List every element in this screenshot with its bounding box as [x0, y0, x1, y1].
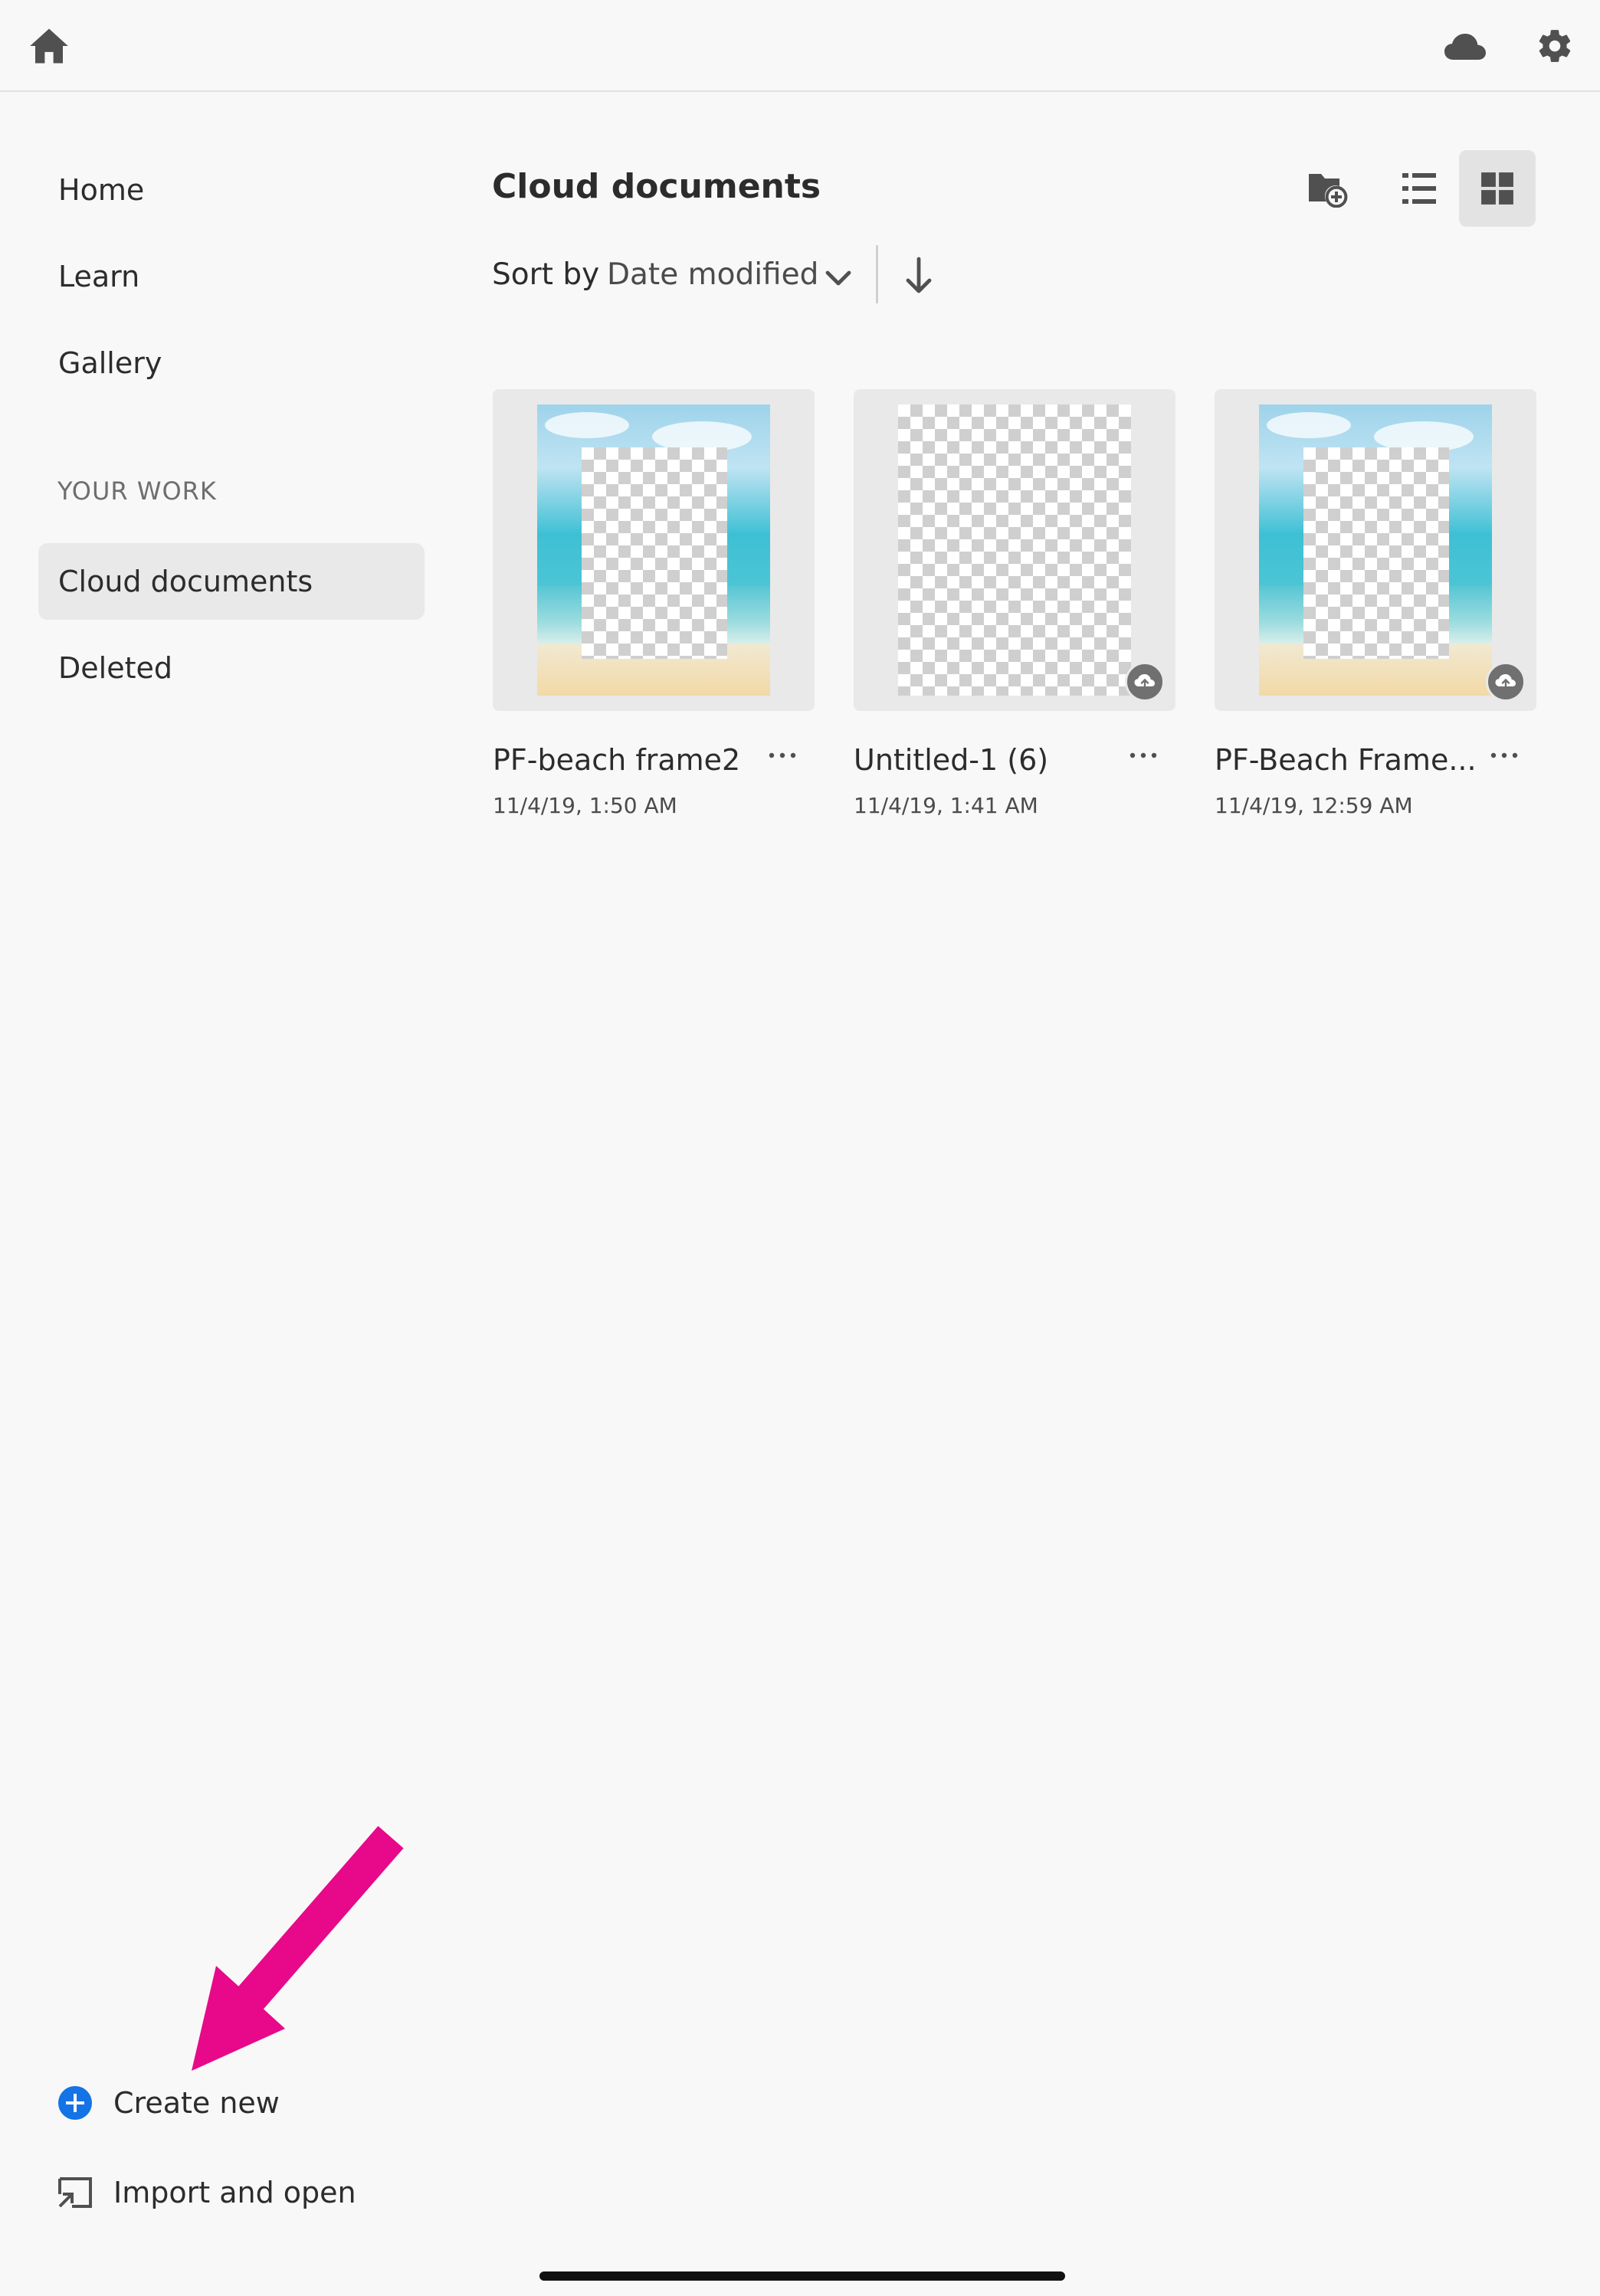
annotation-arrow — [192, 1826, 404, 2071]
create-new-label: Create new — [113, 2086, 280, 2120]
home-indicator[interactable] — [539, 2271, 1065, 2281]
plus-circle-icon — [58, 2086, 92, 2120]
import-icon — [58, 2177, 92, 2208]
import-and-open-button[interactable]: Import and open — [57, 2170, 356, 2216]
import-and-open-label: Import and open — [113, 2176, 356, 2209]
create-new-button[interactable]: Create new — [57, 2080, 280, 2126]
